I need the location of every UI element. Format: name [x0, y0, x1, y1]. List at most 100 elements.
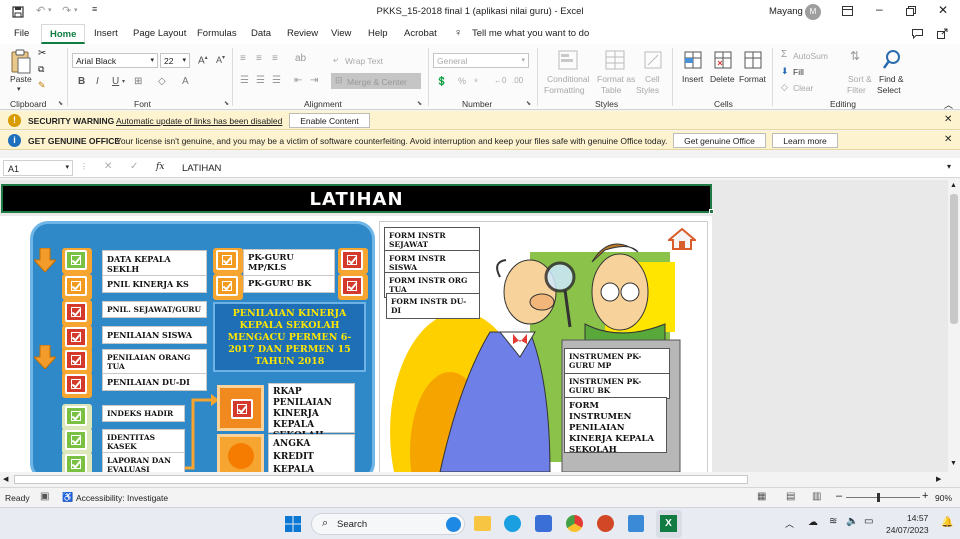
zoom-slider-thumb[interactable]: [877, 493, 880, 502]
insert-cells-icon[interactable]: [682, 49, 704, 71]
font-launcher-icon[interactable]: ⬊: [224, 100, 229, 107]
menu-formulas[interactable]: Formulas: [197, 28, 237, 39]
file-explorer-icon[interactable]: [474, 516, 491, 531]
wifi-icon[interactable]: ≋: [829, 516, 837, 527]
sort-filter-icon[interactable]: ⇅: [850, 49, 860, 63]
clear-icon[interactable]: ◇: [781, 82, 788, 93]
latihan-header[interactable]: LATIHAN: [1, 184, 712, 213]
edge-icon[interactable]: [504, 515, 521, 532]
autosum-icon[interactable]: Σ: [781, 49, 787, 60]
tell-me-search[interactable]: Tell me what you want to do: [472, 28, 589, 39]
italic-icon[interactable]: I: [96, 76, 99, 87]
enable-content-button[interactable]: Enable Content: [289, 113, 370, 128]
menu-data[interactable]: Data: [251, 28, 271, 39]
page-break-view-icon[interactable]: ▥: [812, 491, 821, 502]
find-select-icon[interactable]: [882, 49, 902, 71]
angka-kredit-tile[interactable]: [217, 434, 264, 472]
align-center-icon[interactable]: ☰: [256, 75, 265, 86]
collapse-ribbon-icon[interactable]: ︿: [944, 98, 953, 111]
user-name[interactable]: Mayang: [769, 6, 803, 17]
comma-style-icon[interactable]: ⁹: [474, 76, 478, 86]
format-cells-button[interactable]: Format: [739, 74, 766, 84]
percent-icon[interactable]: %: [458, 76, 466, 86]
home-icon[interactable]: [668, 227, 696, 251]
increase-indent-icon[interactable]: ⇥: [310, 75, 318, 86]
paste-dropdown-icon[interactable]: ▾: [17, 85, 21, 93]
find-select-label2[interactable]: Select: [877, 85, 901, 95]
delete-cells-button[interactable]: Delete: [710, 74, 735, 84]
font-color-icon[interactable]: A: [182, 76, 189, 87]
powerpoint-icon[interactable]: [597, 515, 614, 532]
menu-page-layout[interactable]: Page Layout: [133, 28, 186, 39]
font-size-combo[interactable]: 22 ▾: [160, 53, 190, 68]
get-genuine-office-button[interactable]: Get genuine Office: [673, 133, 766, 148]
autosum-button[interactable]: AutoSum: [793, 51, 828, 61]
rkap-tile[interactable]: [217, 385, 264, 431]
zoom-level[interactable]: 90%: [935, 493, 952, 503]
number-format-combo[interactable]: General ▾: [433, 53, 529, 68]
copy-icon[interactable]: ⧉: [38, 64, 44, 75]
enter-icon[interactable]: ✓: [130, 161, 138, 172]
font-name-combo[interactable]: Arial Black ▾: [72, 53, 158, 68]
checkbox-tile[interactable]: [213, 248, 243, 274]
vertical-scroll-thumb[interactable]: [950, 194, 958, 324]
delete-cells-icon[interactable]: [712, 49, 734, 71]
paste-button[interactable]: Paste: [10, 74, 32, 84]
clipboard-launcher-icon[interactable]: ⬊: [58, 100, 63, 107]
horizontal-scroll-thumb[interactable]: [14, 475, 748, 484]
wrap-text-button[interactable]: Wrap Text: [345, 56, 383, 66]
checkbox-tile[interactable]: [338, 248, 368, 274]
align-top-icon[interactable]: ≡: [240, 53, 246, 64]
format-as-table-icon[interactable]: [604, 49, 626, 71]
format-as-table-label[interactable]: Format as: [597, 74, 635, 84]
align-right-icon[interactable]: ☰: [272, 75, 281, 86]
increase-decimal-icon[interactable]: ←0: [494, 76, 506, 85]
security-warning-message[interactable]: Automatic update of links has been disab…: [116, 116, 282, 126]
align-middle-icon[interactable]: ≡: [256, 53, 262, 64]
checkbox-tile[interactable]: [62, 274, 92, 300]
bold-icon[interactable]: B: [78, 76, 85, 87]
menu-acrobat[interactable]: Acrobat: [404, 28, 437, 39]
scroll-left-icon[interactable]: ◀: [3, 475, 8, 483]
cancel-icon[interactable]: ✕: [104, 161, 112, 172]
sort-filter-label[interactable]: Sort &: [848, 74, 872, 84]
menu-penilaian-du-di[interactable]: PENILAIAN DU-DI: [102, 373, 207, 391]
page-layout-view-icon[interactable]: ▤: [786, 491, 795, 502]
close-icon[interactable]: ✕: [938, 3, 948, 17]
taskbar-time[interactable]: 14:57: [907, 513, 928, 523]
paste-icon[interactable]: [10, 49, 32, 75]
menu-rkap-penilaian[interactable]: RKAP PENILAIAN KINERJA KEPALA SEKOLAH: [268, 383, 355, 441]
volume-icon[interactable]: 🔈: [846, 516, 858, 527]
cell-styles-label2[interactable]: Styles: [636, 85, 659, 95]
menu-review[interactable]: Review: [287, 28, 318, 39]
chrome-icon[interactable]: [566, 515, 583, 532]
underline-icon[interactable]: U: [112, 76, 119, 87]
taskbar-date[interactable]: 24/07/2023: [886, 525, 929, 535]
format-cells-icon[interactable]: [742, 49, 764, 71]
decrease-font-icon[interactable]: A▾: [216, 54, 225, 65]
show-hidden-icons-icon[interactable]: ︿: [785, 517, 794, 530]
menu-pk-guru-bk[interactable]: PK-GURU BK: [243, 275, 335, 293]
menu-indeks-hadir[interactable]: INDEKS HADIR: [102, 405, 185, 422]
conditional-formatting-label[interactable]: Conditional: [547, 74, 590, 84]
accounting-format-icon[interactable]: 💲: [436, 76, 447, 87]
vertical-scrollbar[interactable]: ▲ ▼: [948, 180, 960, 472]
name-box[interactable]: A1 ▾: [3, 160, 73, 176]
format-as-table-label2[interactable]: Table: [601, 85, 621, 95]
menu-help[interactable]: Help: [368, 28, 388, 39]
checkbox-tile[interactable]: [62, 452, 92, 472]
formula-input[interactable]: LATIHAN: [176, 160, 946, 176]
format-painter-icon[interactable]: ✎: [38, 80, 46, 91]
windows-start-icon[interactable]: [285, 516, 301, 532]
align-left-icon[interactable]: ☰: [240, 75, 249, 86]
decrease-indent-icon[interactable]: ⇤: [294, 75, 302, 86]
instrumen-pk-guru-bk[interactable]: INSTRUMEN PK-GURU BK: [564, 373, 670, 399]
decrease-decimal-icon[interactable]: .00: [512, 76, 523, 85]
conditional-formatting-label2[interactable]: Formatting: [544, 85, 585, 95]
wrap-text-icon[interactable]: ⤶: [333, 54, 338, 65]
onedrive-icon[interactable]: ☁: [808, 517, 818, 528]
share-icon[interactable]: [937, 28, 948, 39]
borders-icon[interactable]: ⊞: [134, 76, 142, 87]
notification-icon[interactable]: 🔔: [941, 517, 953, 528]
comments-icon[interactable]: [912, 29, 923, 39]
